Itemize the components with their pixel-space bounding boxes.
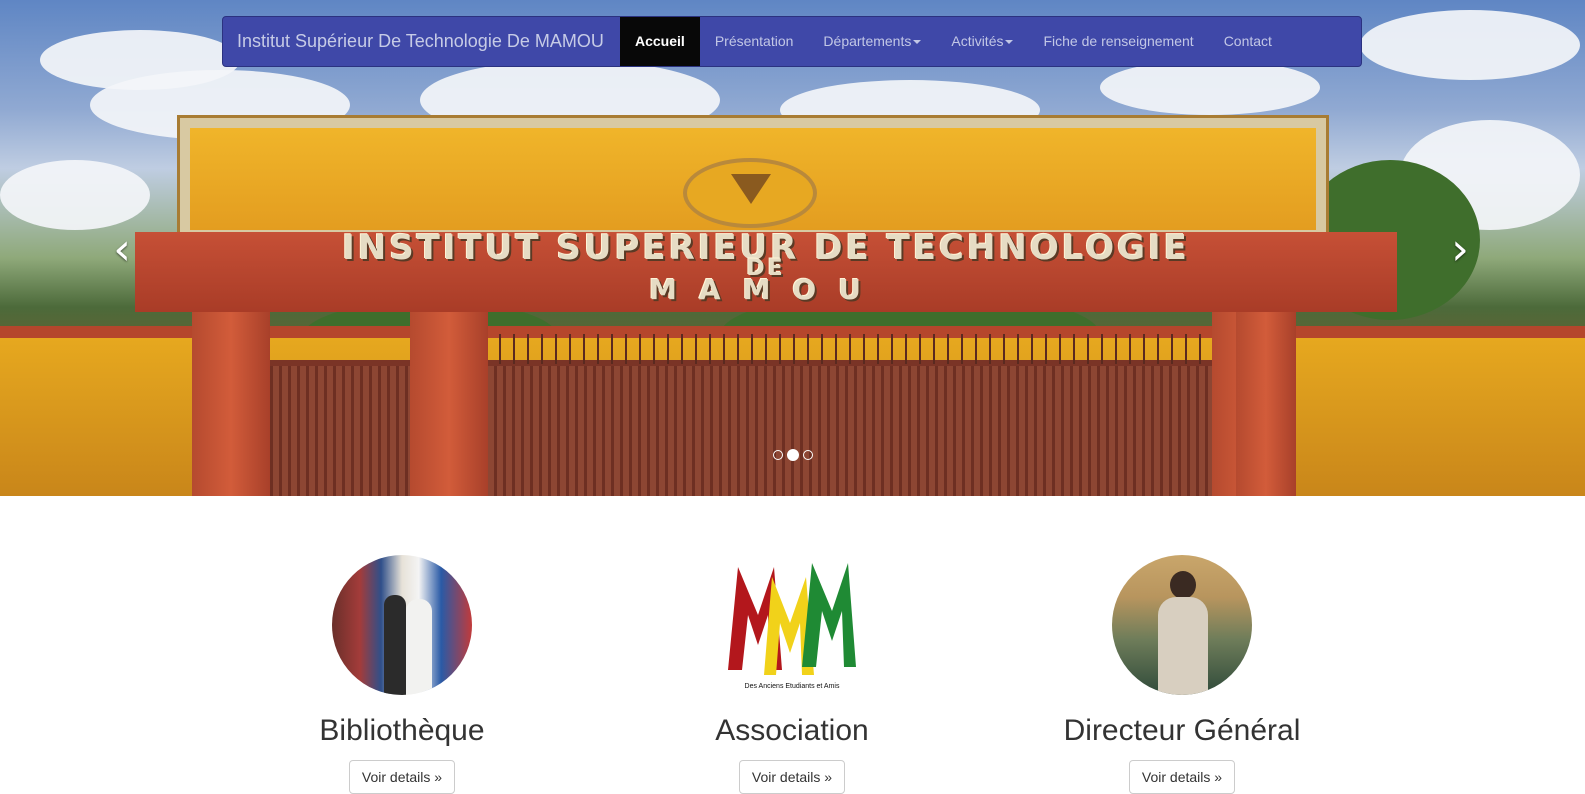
gate-top (485, 334, 1225, 364)
caret-down-icon (1005, 40, 1014, 45)
feature-title: Association (715, 714, 869, 747)
carousel-indicator-3[interactable] (802, 450, 813, 460)
nav-item-departements[interactable]: Départements (808, 17, 936, 66)
cloud (1100, 60, 1320, 115)
person-head (1170, 571, 1196, 599)
navbar-brand[interactable]: Institut Supérieur De Technologie De MAM… (237, 17, 604, 66)
directeur-photo (1112, 555, 1252, 695)
carousel-next-button[interactable]: › (1440, 228, 1480, 272)
feature-title: Directeur Général (1063, 714, 1301, 747)
voir-details-button[interactable]: Voir details » (1128, 760, 1236, 794)
caret-down-icon (913, 40, 922, 45)
voir-details-button[interactable]: Voir details » (348, 760, 456, 794)
cloud (1360, 10, 1580, 80)
nav-item-label: Départements (823, 33, 912, 49)
feature-title: Bibliothèque (319, 714, 485, 747)
bibliotheque-photo (332, 555, 472, 695)
cloud (0, 160, 150, 230)
voir-details-button[interactable]: Voir details » (738, 760, 846, 794)
logo-caption: Des Anciens Etudiants et Amis (745, 683, 840, 690)
school-emblem (683, 158, 817, 228)
feature-directeur-general: Directeur Général Voir details » (1002, 555, 1362, 794)
carousel-indicator-1[interactable] (772, 450, 783, 460)
navbar-menu: Accueil Présentation Départements Activi… (620, 17, 1287, 66)
hero-carousel: INSTITUT SUPERIEUR DE TECHNOLOGIE DE MAM… (0, 0, 1585, 496)
nav-item-accueil[interactable]: Accueil (620, 17, 700, 66)
association-logo: Des Anciens Etudiants et Amis (722, 555, 862, 695)
person-figure (406, 599, 432, 695)
sign-line-3: MAMOU (649, 273, 883, 306)
nav-item-activites[interactable]: Activités (936, 17, 1028, 66)
chevron-right-icon: › (1451, 224, 1469, 275)
feature-association: Des Anciens Etudiants et Amis Associatio… (612, 555, 972, 794)
chevron-left-icon: ‹ (113, 224, 131, 275)
nav-item-contact[interactable]: Contact (1209, 17, 1287, 66)
person-figure (384, 595, 406, 695)
carousel-indicator-2[interactable] (786, 449, 799, 461)
nav-item-fiche-renseignement[interactable]: Fiche de renseignement (1028, 17, 1208, 66)
association-logo-svg: Des Anciens Etudiants et Amis (728, 563, 856, 690)
nav-item-presentation[interactable]: Présentation (700, 17, 809, 66)
carousel-prev-button[interactable]: ‹ (102, 228, 142, 272)
feature-bibliotheque: Bibliothèque Voir details » (222, 555, 582, 794)
nav-item-label: Activités (951, 33, 1004, 49)
pillar (192, 312, 270, 496)
gate-main (485, 360, 1225, 496)
pillar (410, 312, 488, 496)
top-navbar: Institut Supérieur De Technologie De MAM… (222, 16, 1362, 67)
gate-left (270, 360, 420, 496)
carousel-indicators (0, 449, 1585, 461)
pillar (1236, 312, 1296, 496)
person-figure (1158, 597, 1208, 695)
